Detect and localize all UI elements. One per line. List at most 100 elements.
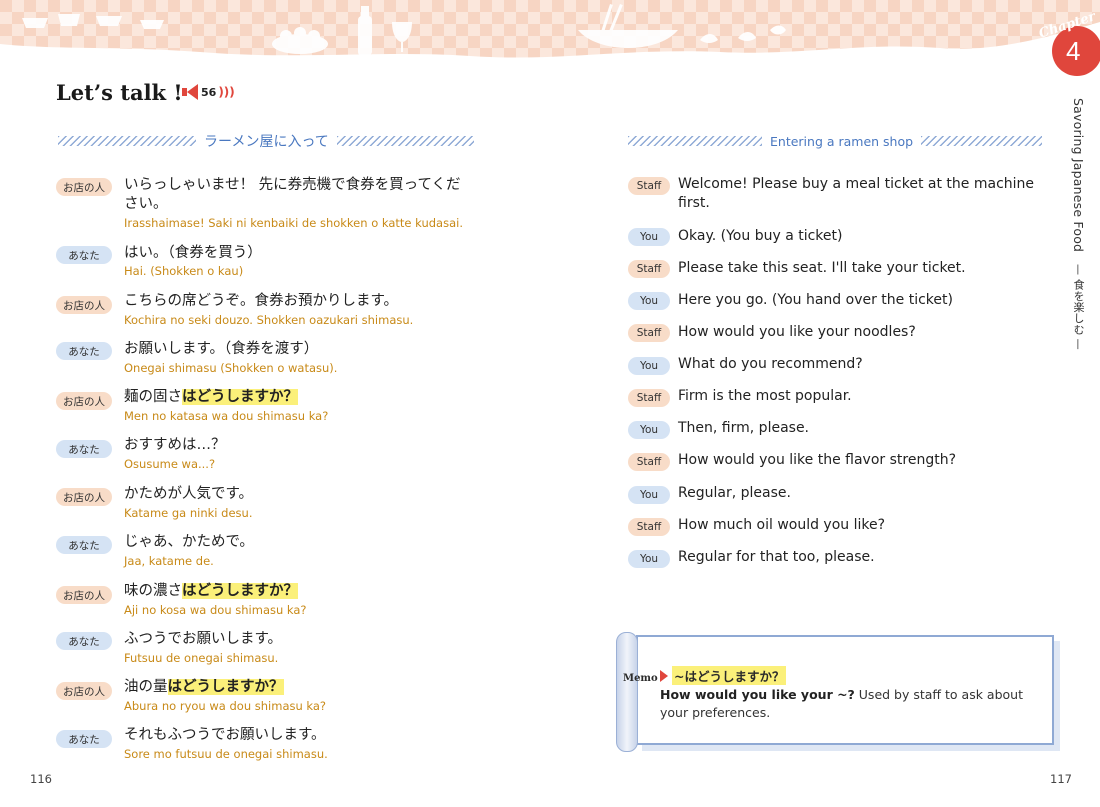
triangle-arrow-icon bbox=[660, 669, 668, 682]
jp-line: じゃあ、かためで。 bbox=[124, 533, 474, 552]
speaker-tag: Staff bbox=[628, 453, 670, 471]
en-line: Welcome! Please buy a meal ticket at the… bbox=[678, 176, 1035, 211]
jp-text: じゃあ、かためで。 bbox=[124, 534, 254, 550]
jp-line: ふつうでお願いします。 bbox=[124, 630, 474, 649]
jp-line: いらっしゃいませ！ 先に券売機で食券を買ってください。 bbox=[124, 176, 474, 214]
food-illustration-banner bbox=[0, 0, 1100, 58]
jp-line: 油の量はどうしますか？ bbox=[124, 678, 474, 697]
jp-highlight: はどうしますか？ bbox=[182, 389, 298, 405]
en-line: Regular, please. bbox=[678, 485, 791, 501]
jp-line: はい。（食券を買う） bbox=[124, 244, 474, 263]
speaker-tag: You bbox=[628, 421, 670, 439]
romaji-line: Jaa, katame de. bbox=[124, 554, 214, 568]
memo-scroll-icon: Memo bbox=[616, 632, 658, 752]
romaji-line: Katame ga ninki desu. bbox=[124, 506, 253, 520]
speaker-tag: Staff bbox=[628, 324, 670, 342]
en-line: How much oil would you like? bbox=[678, 517, 886, 533]
speaker-tag: お店の人 bbox=[56, 488, 112, 506]
speaker-tag: お店の人 bbox=[56, 586, 112, 604]
speaker-tag: あなた bbox=[56, 730, 112, 748]
memo-label: Memo bbox=[623, 673, 658, 685]
speaker-tag: You bbox=[628, 357, 670, 375]
side-title-en: Savoring Japanese Food bbox=[1071, 98, 1086, 253]
jp-text: 油の量 bbox=[124, 679, 168, 695]
speaker-tag: お店の人 bbox=[56, 392, 112, 410]
speaker-tag: あなた bbox=[56, 246, 112, 264]
page-number-right: 117 bbox=[1050, 772, 1072, 786]
speaker-tag: You bbox=[628, 550, 670, 568]
en-line: Firm is the most popular. bbox=[678, 388, 852, 404]
hatch-divider bbox=[336, 136, 474, 146]
jp-line: おすすめは…？ bbox=[124, 436, 474, 455]
jp-line: 味の濃さはどうしますか？ bbox=[124, 582, 474, 601]
memo-box: Memo ~はどうしますか？ How would you like your ~… bbox=[616, 632, 1060, 752]
jp-text: こちらの席どうぞ。食券お預かりします。 bbox=[124, 293, 399, 309]
en-line: Here you go. (You hand over the ticket) bbox=[678, 292, 953, 308]
chapter-number: 4 bbox=[1066, 36, 1081, 66]
en-line: What do you recommend? bbox=[678, 356, 863, 372]
en-line: Regular for that too, please. bbox=[678, 549, 875, 565]
hatch-divider bbox=[58, 136, 196, 146]
romaji-line: Kochira no seki douzo. Shokken oazukari … bbox=[124, 313, 414, 327]
jp-line: かためが人気です。 bbox=[124, 485, 474, 504]
jp-line: それもふつうでお願いします。 bbox=[124, 726, 474, 745]
romaji-line: Irasshaimase! Saki ni kenbaiki de shokke… bbox=[124, 216, 463, 230]
speaker-tag: You bbox=[628, 228, 670, 246]
en-heading-label: Entering a ramen shop bbox=[770, 133, 914, 149]
side-title-jp: — 食を楽しむ — bbox=[1072, 264, 1085, 351]
memo-body: How would you like your ~? Used by staff… bbox=[660, 686, 1040, 722]
romaji-line: Men no katasa wa dou shimasu ka? bbox=[124, 409, 329, 423]
en-line: Then, firm, please. bbox=[678, 420, 810, 436]
speaker-icon bbox=[187, 84, 198, 100]
side-title: Savoring Japanese Food — 食を楽しむ — bbox=[1070, 98, 1086, 350]
jp-highlight: はどうしますか？ bbox=[182, 583, 298, 599]
romaji-line: Hai. (Shokken o kau) bbox=[124, 264, 244, 278]
jp-text: かためが人気です。 bbox=[124, 486, 254, 502]
en-line: Okay. (You buy a ticket) bbox=[678, 228, 843, 244]
jp-line: こちらの席どうぞ。食券お預かりします。 bbox=[124, 292, 474, 311]
hatch-divider bbox=[921, 136, 1042, 146]
jp-text: はい。（食券を買う） bbox=[124, 245, 262, 261]
sound-wave-icon: ))) bbox=[218, 85, 235, 99]
memo-body-bold: How would you like your ~? bbox=[660, 687, 855, 702]
romaji-line: Osusume wa...? bbox=[124, 457, 216, 471]
jp-section-heading: ラーメン屋に入って bbox=[58, 132, 474, 150]
jp-text: いらっしゃいませ！ 先に券売機で食券を買ってください。 bbox=[124, 177, 461, 212]
romaji-line: Onegai shimasu (Shokken o watasu). bbox=[124, 361, 338, 375]
speaker-tag: Staff bbox=[628, 389, 670, 407]
speaker-tag: お店の人 bbox=[56, 682, 112, 700]
romaji-line: Futsuu de onegai shimasu. bbox=[124, 651, 279, 665]
jp-line: お願いします。（食券を渡す） bbox=[124, 340, 474, 359]
jp-text: お願いします。（食券を渡す） bbox=[124, 341, 319, 357]
jp-heading-label: ラーメン屋に入って bbox=[204, 134, 329, 150]
speaker-tag: あなた bbox=[56, 440, 112, 458]
speaker-tag: You bbox=[628, 486, 670, 504]
speaker-tag: Staff bbox=[628, 518, 670, 536]
speaker-tag: あなた bbox=[56, 342, 112, 360]
memo-title: ~はどうしますか？ bbox=[672, 666, 787, 685]
speaker-tag: お店の人 bbox=[56, 296, 112, 314]
en-section-heading: Entering a ramen shop bbox=[628, 132, 1042, 150]
jp-text: おすすめは…？ bbox=[124, 437, 226, 453]
speaker-tag: お店の人 bbox=[56, 178, 112, 196]
en-line: How would you like the flavor strength? bbox=[678, 452, 957, 468]
romaji-line: Sore mo futsuu de onegai shimasu. bbox=[124, 747, 328, 761]
jp-text: 麺の固さ bbox=[124, 389, 182, 405]
audio-track-number: 56 bbox=[201, 85, 217, 99]
hatch-divider bbox=[628, 136, 762, 146]
jp-text: 味の濃さ bbox=[124, 583, 182, 599]
memo-title-row: ~はどうしますか？ bbox=[660, 666, 787, 685]
speaker-tag: Staff bbox=[628, 177, 670, 195]
jp-text: ふつうでお願いします。 bbox=[124, 631, 283, 647]
audio-track-button[interactable]: 56 ))) bbox=[182, 84, 235, 100]
speaker-tag: あなた bbox=[56, 536, 112, 554]
jp-text: それもふつうでお願いします。 bbox=[124, 727, 326, 743]
romaji-line: Aji no kosa wa dou shimasu ka? bbox=[124, 603, 307, 617]
jp-line: 麺の固さはどうしますか？ bbox=[124, 388, 474, 407]
speaker-tag: Staff bbox=[628, 260, 670, 278]
en-line: Please take this seat. I'll take your ti… bbox=[678, 260, 966, 276]
romaji-line: Abura no ryou wa dou shimasu ka? bbox=[124, 699, 327, 713]
speaker-tag: あなた bbox=[56, 632, 112, 650]
speaker-tag: You bbox=[628, 292, 670, 310]
jp-highlight: はどうしますか？ bbox=[167, 679, 284, 695]
